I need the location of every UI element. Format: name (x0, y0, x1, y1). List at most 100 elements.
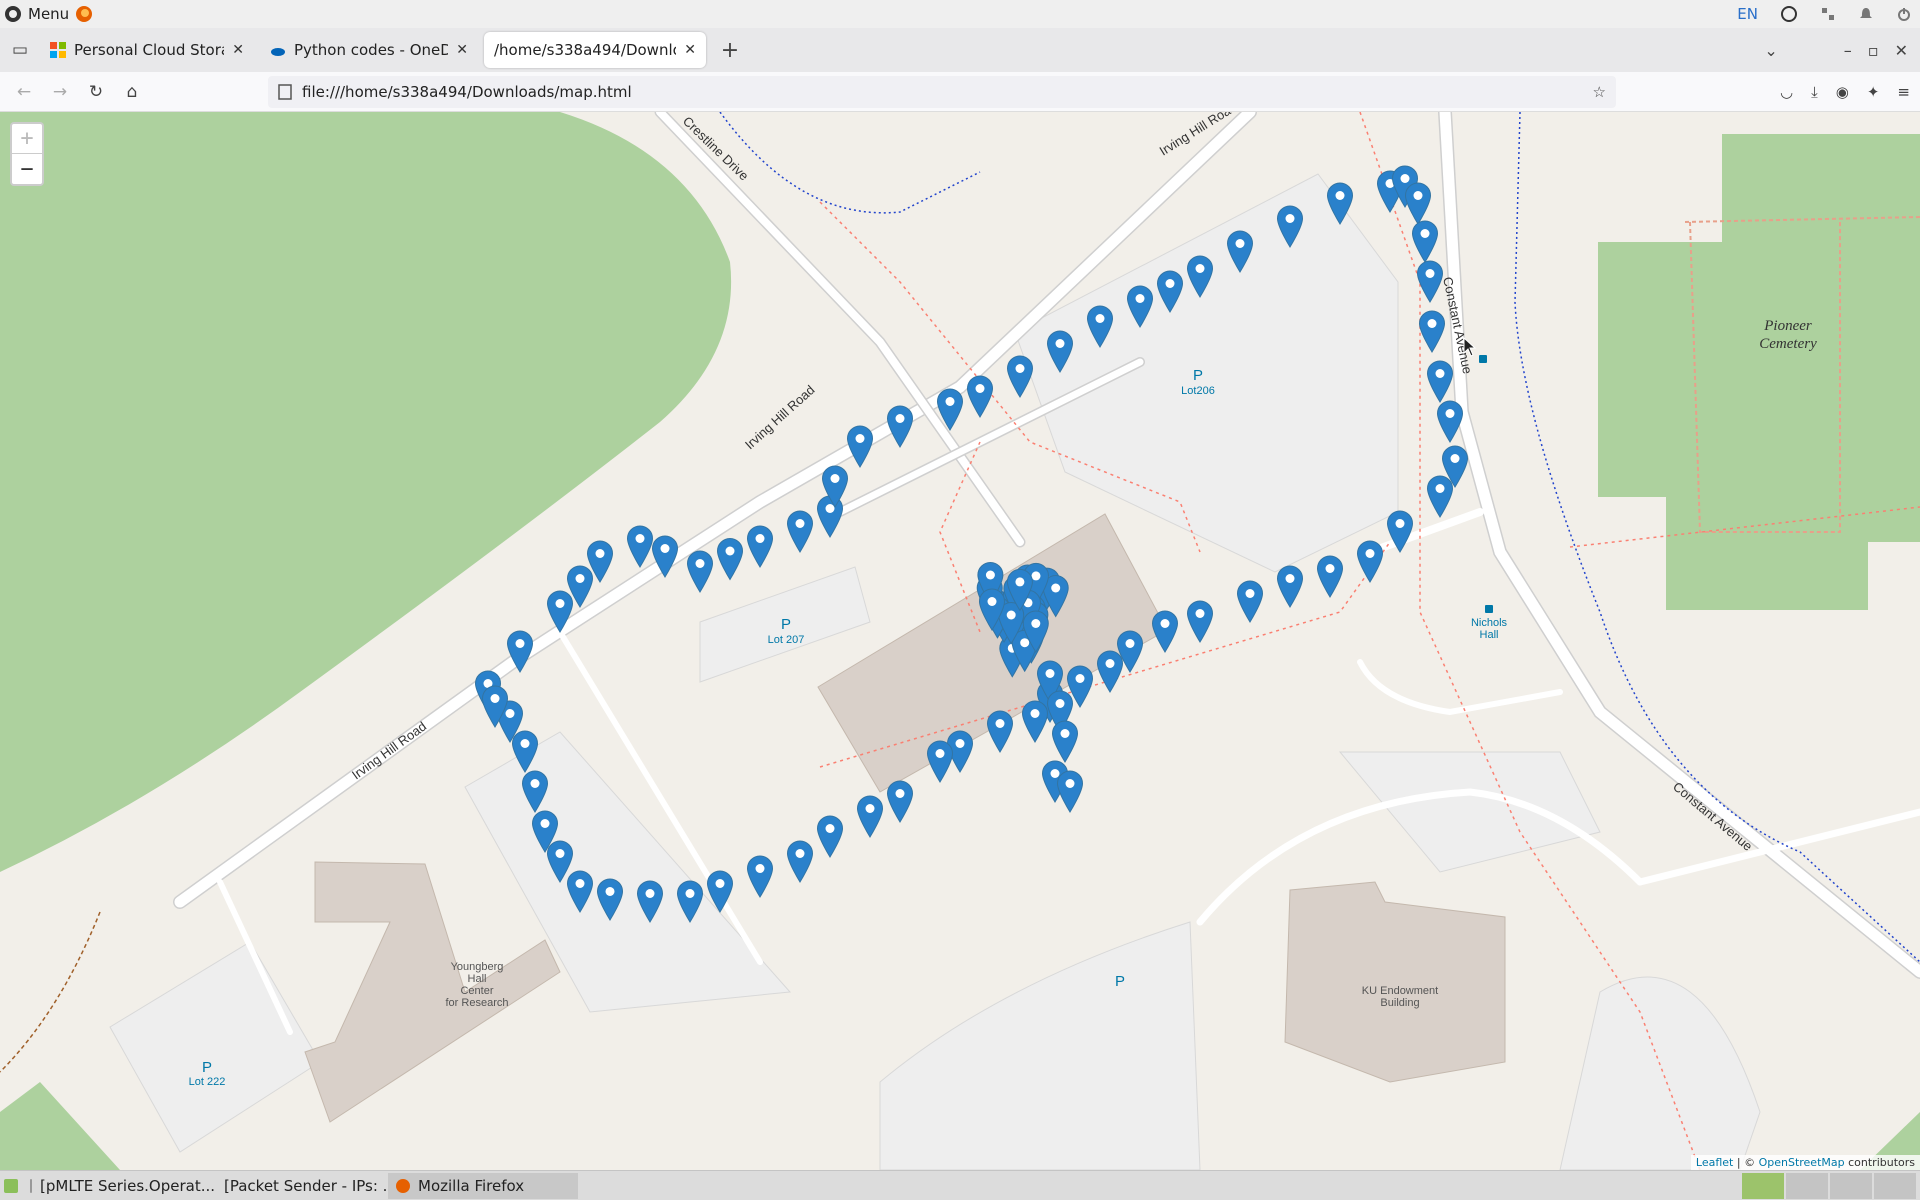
gps-marker-icon[interactable] (636, 880, 664, 923)
leaflet-link[interactable]: Leaflet (1696, 1156, 1733, 1169)
gps-marker-icon[interactable] (1186, 255, 1214, 298)
gps-marker-icon[interactable] (1006, 355, 1034, 398)
close-tab-icon[interactable]: ✕ (232, 42, 244, 58)
gps-marker-icon[interactable] (1356, 540, 1384, 583)
app-menu-icon[interactable]: ≡ (1897, 83, 1910, 101)
gps-marker-icon[interactable] (966, 375, 994, 418)
gps-marker-icon[interactable] (1021, 700, 1049, 743)
forward-button[interactable]: → (42, 82, 78, 102)
show-desktop-button[interactable] (0, 1173, 22, 1199)
gps-marker-icon[interactable] (506, 630, 534, 673)
firefox-launcher-icon[interactable] (75, 5, 93, 23)
downloads-icon[interactable]: ⤓ (1811, 83, 1818, 101)
gps-marker-icon[interactable] (856, 795, 884, 838)
workspace-2[interactable] (1786, 1173, 1828, 1199)
power-icon[interactable] (1896, 6, 1912, 22)
gps-marker-icon[interactable] (746, 855, 774, 898)
menu-button[interactable]: Menu (0, 0, 93, 28)
gps-marker-icon[interactable] (1046, 330, 1074, 373)
gps-marker-icon[interactable] (651, 535, 679, 578)
workspace-4[interactable] (1874, 1173, 1916, 1199)
pocket-icon[interactable]: ◡ (1780, 83, 1793, 101)
gps-marker-icon[interactable] (676, 880, 704, 923)
url-text[interactable]: file:///home/s338a494/Downloads/map.html (302, 83, 632, 101)
gps-marker-icon[interactable] (1156, 270, 1184, 313)
workspace-1[interactable] (1742, 1173, 1784, 1199)
extensions-icon[interactable]: ✦ (1867, 83, 1880, 101)
gps-marker-icon[interactable] (1436, 400, 1464, 443)
gps-marker-icon[interactable] (596, 878, 624, 921)
gps-marker-icon[interactable] (546, 840, 574, 883)
gps-marker-icon[interactable] (1276, 205, 1304, 248)
gps-marker-icon[interactable] (1151, 610, 1179, 653)
taskbar-item-packet-sender[interactable]: [Packet Sender - IPs: ... (208, 1173, 397, 1199)
gps-marker-icon[interactable] (926, 740, 954, 783)
new-tab-button[interactable]: + (712, 38, 748, 63)
gps-marker-icon[interactable] (746, 525, 774, 568)
gps-marker-icon[interactable] (886, 405, 914, 448)
zoom-out-button[interactable]: − (12, 154, 42, 184)
back-button[interactable]: ← (6, 82, 42, 102)
openstreetmap-link[interactable]: OpenStreetMap (1759, 1156, 1845, 1169)
gps-marker-icon[interactable] (816, 495, 844, 538)
taskbar-item-pmlte[interactable]: [pMLTE Series.Operat... (22, 1173, 215, 1199)
gps-marker-icon[interactable] (1426, 360, 1454, 403)
bookmark-star-icon[interactable]: ☆ (1593, 83, 1606, 101)
gps-marker-icon[interactable] (1386, 510, 1414, 553)
gps-marker-icon[interactable] (1226, 230, 1254, 273)
gps-marker-icon[interactable] (1326, 182, 1354, 225)
keyboard-language[interactable]: EN (1737, 5, 1758, 23)
gps-marker-icon[interactable] (566, 870, 594, 913)
zoom-in-button[interactable]: + (12, 124, 42, 154)
notifications-icon[interactable] (1858, 6, 1874, 22)
url-bar[interactable]: file:///home/s338a494/Downloads/map.html… (268, 76, 1616, 108)
reload-button[interactable]: ↻ (78, 82, 114, 102)
network-icon[interactable] (1820, 6, 1836, 22)
gps-marker-icon[interactable] (626, 525, 654, 568)
close-tab-icon[interactable]: ✕ (684, 42, 696, 58)
gps-marker-icon[interactable] (786, 510, 814, 553)
gps-marker-icon[interactable] (686, 550, 714, 593)
gps-marker-icon[interactable] (1096, 650, 1124, 693)
account-icon[interactable]: ◉ (1836, 83, 1849, 101)
gps-marker-icon[interactable] (816, 815, 844, 858)
gps-marker-icon[interactable] (1426, 475, 1454, 518)
workspace-3[interactable] (1830, 1173, 1872, 1199)
gps-marker-icon[interactable] (1086, 305, 1114, 348)
gps-marker-icon[interactable] (706, 870, 734, 913)
gps-marker-icon[interactable] (1404, 182, 1432, 225)
tab-list-icon[interactable]: ▭ (0, 40, 40, 60)
leaflet-map[interactable]: Crestline Drive Irving Hill Road Irving … (0, 112, 1920, 1170)
home-button[interactable]: ⌂ (114, 82, 150, 102)
tab-map-html[interactable]: /home/s338a494/Downloads ✕ (484, 32, 706, 68)
gps-marker-icon[interactable] (1051, 720, 1079, 763)
list-all-tabs-icon[interactable]: ⌄ (1764, 41, 1777, 60)
gps-marker-icon[interactable] (1126, 285, 1154, 328)
gps-marker-icon[interactable] (716, 537, 744, 581)
gps-marker-icon[interactable] (511, 730, 539, 773)
taskbar-item-firefox[interactable]: Mozilla Firefox (388, 1172, 578, 1199)
gps-marker-icon[interactable] (1416, 260, 1444, 303)
tab-onedrive[interactable]: Python codes - OneDrive ✕ (260, 32, 478, 68)
gps-marker-icon[interactable] (1236, 580, 1264, 623)
gps-marker-icon[interactable] (846, 425, 874, 468)
gps-marker-icon[interactable] (1186, 600, 1214, 643)
close-tab-icon[interactable]: ✕ (456, 42, 468, 58)
update-icon[interactable] (1780, 5, 1798, 23)
close-window-icon[interactable]: ✕ (1895, 41, 1908, 60)
gps-marker-icon[interactable] (546, 590, 574, 633)
gps-marker-icon[interactable] (1056, 770, 1084, 813)
minimize-window-icon[interactable]: – (1844, 41, 1852, 60)
maximize-window-icon[interactable]: ▫ (1868, 41, 1879, 60)
gps-marker-icon[interactable] (886, 780, 914, 823)
workspace-switcher[interactable] (1742, 1173, 1916, 1199)
gps-marker-icon[interactable] (1411, 220, 1439, 263)
gps-marker-icon[interactable] (521, 770, 549, 813)
gps-marker-icon[interactable] (1276, 565, 1304, 608)
gps-marker-icon[interactable] (1316, 555, 1344, 598)
gps-marker-icon[interactable] (786, 840, 814, 883)
gps-marker-icon[interactable] (1418, 310, 1446, 353)
gps-marker-icon[interactable] (986, 710, 1014, 753)
tab-personal-cloud[interactable]: Personal Cloud Storage - ✕ (40, 32, 254, 68)
gps-marker-icon[interactable] (936, 388, 964, 431)
